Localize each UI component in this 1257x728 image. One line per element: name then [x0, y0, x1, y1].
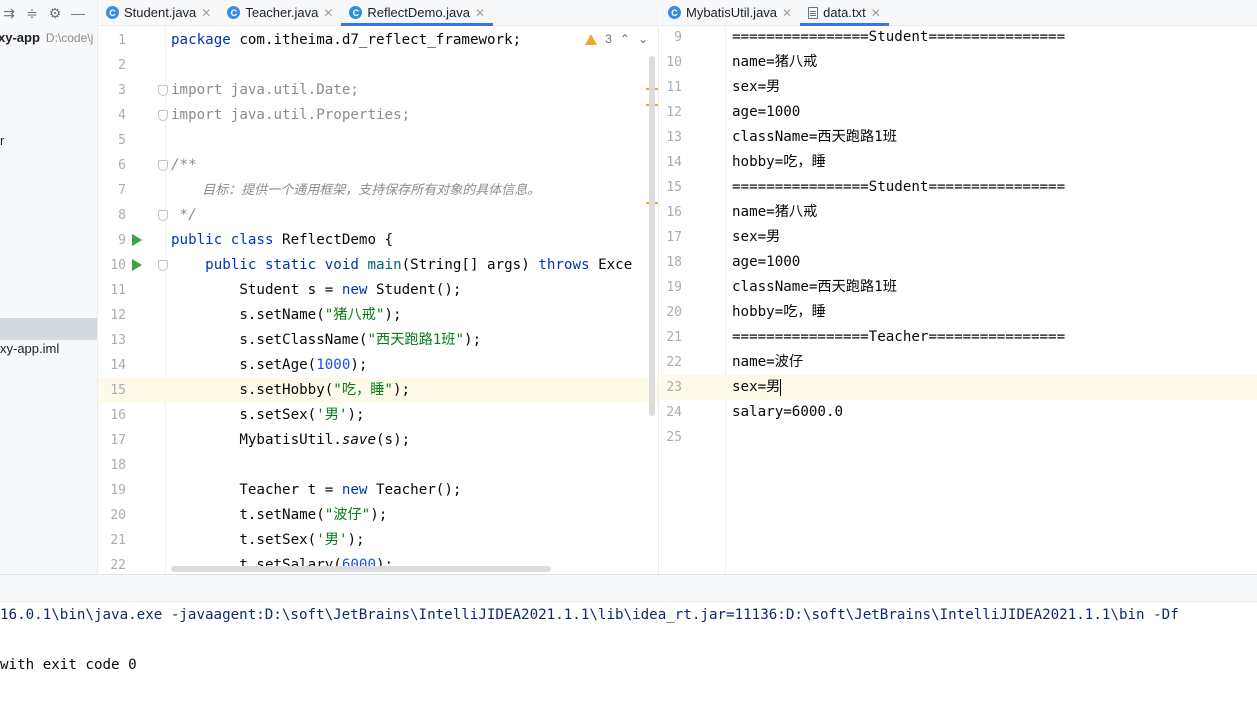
fold-icon[interactable] [158, 110, 168, 121]
code-line: 20 t.setName("波仔"); [110, 507, 388, 523]
java-class-icon: C [349, 6, 363, 19]
project-toolbar: ⇉ ≑ ⚙ — [0, 0, 97, 26]
tab-teacher-java[interactable]: C Teacher.java ✕ [219, 0, 341, 25]
tab-label: Teacher.java [245, 5, 319, 20]
text-line: 15 ================Student===============… [666, 179, 1066, 195]
text-caret [780, 378, 782, 396]
tab-mybatisutil-java[interactable]: C MybatisUtil.java ✕ [660, 0, 800, 25]
hide-panel-icon[interactable]: — [71, 5, 85, 21]
console-header [0, 575, 1257, 602]
text-line: 22 name=波仔 [666, 354, 804, 370]
code-line: 2 [118, 58, 126, 73]
editor-tabs-right: C MybatisUtil.java ✕ data.txt ✕ [660, 0, 1257, 26]
text-line: 19 className=西天跑路1班 [666, 279, 897, 295]
vertical-scrollbar[interactable] [649, 56, 655, 416]
tab-data-txt[interactable]: data.txt ✕ [800, 0, 889, 26]
code-line: 3 import java.util.Date; [118, 82, 359, 98]
tab-label: data.txt [823, 5, 866, 20]
code-line-current: 15 s.setHobby("吃，睡"); [98, 378, 658, 403]
project-root-name: xy-app [0, 30, 40, 45]
expand-all-icon[interactable]: ⇉ [2, 5, 16, 22]
code-line: 8 */ [118, 207, 197, 223]
warning-count: 3 [605, 32, 612, 46]
tab-reflectdemo-java[interactable]: C ReflectDemo.java ✕ [341, 0, 493, 26]
close-icon[interactable]: ✕ [782, 6, 792, 20]
chevron-down-icon[interactable]: ⌄ [638, 32, 648, 46]
java-class-icon: C [106, 6, 119, 19]
code-line: 17 MybatisUtil.save(s); [110, 432, 411, 448]
text-line-current: 23 sex=男 [660, 375, 1257, 400]
project-root-item[interactable]: xy-app D:\code\j [0, 30, 93, 45]
text-line: 10 name=猪八戒 [666, 54, 818, 70]
text-line: 9 ================Student================ [674, 29, 1066, 45]
close-icon[interactable]: ✕ [475, 6, 485, 20]
code-line: 12 s.setName("猪八戒"); [110, 307, 402, 323]
fold-icon[interactable] [158, 260, 168, 271]
close-icon[interactable]: ✕ [323, 6, 333, 20]
console-exit-message: with exit code 0 [0, 657, 137, 673]
project-panel: ⇉ ≑ ⚙ — xy-app D:\code\j r xy-app.iml [0, 0, 98, 574]
code-line: 11 Student s = new Student(); [110, 282, 462, 298]
text-line: 16 name=猪八戒 [666, 204, 818, 220]
code-line: 7 目标：提供一个通用框架，支持保存所有对象的具体信息。 [118, 183, 541, 198]
close-icon[interactable]: ✕ [871, 6, 881, 20]
text-line: 25 [666, 430, 682, 445]
code-line: 4 import java.util.Properties; [118, 107, 411, 123]
tab-label: MybatisUtil.java [686, 5, 778, 20]
text-editor[interactable]: 9 ================Student================… [660, 26, 1257, 574]
code-line: 5 [118, 133, 126, 148]
gear-icon[interactable]: ⚙ [48, 5, 62, 22]
project-root-path: D:\code\j [45, 31, 94, 45]
code-line: 21 t.setSex('男'); [110, 532, 365, 548]
text-file-icon [808, 6, 819, 19]
editor-tabs-left: C Student.java ✕ C Teacher.java ✕ C Refl… [98, 0, 659, 26]
code-line: 14 s.setAge(1000); [110, 357, 368, 373]
run-icon[interactable] [132, 259, 142, 271]
fold-icon[interactable] [158, 85, 168, 96]
code-line: 18 [110, 458, 126, 473]
code-line: 16 s.setSex('男'); [110, 407, 365, 423]
text-line: 21 ================Teacher===============… [666, 329, 1066, 345]
text-line: 20 hobby=吃，睡 [666, 304, 826, 320]
project-iml-file[interactable]: xy-app.iml [0, 341, 59, 356]
run-console[interactable]: 16.0.1\bin\java.exe -javaagent:D:\soft\J… [0, 574, 1257, 728]
tab-label: ReflectDemo.java [367, 5, 471, 20]
project-tree-item[interactable]: r [0, 133, 4, 148]
inspection-widget[interactable]: 3 ⌃ ⌄ [581, 32, 648, 46]
project-tree-selected-row[interactable] [0, 318, 97, 340]
code-line: 13 s.setClassName("西天跑路1班"); [110, 332, 482, 348]
chevron-up-icon[interactable]: ⌃ [620, 32, 630, 46]
console-command-line: 16.0.1\bin\java.exe -javaagent:D:\soft\J… [0, 607, 1179, 623]
run-icon[interactable] [132, 234, 142, 246]
code-line: 9 public class ReflectDemo { [118, 232, 394, 248]
code-line: 6/** [118, 157, 197, 173]
horizontal-scrollbar[interactable] [171, 566, 551, 572]
java-class-icon: C [227, 6, 241, 19]
fold-icon[interactable] [158, 160, 168, 171]
text-line: 24 salary=6000.0 [666, 404, 844, 420]
fold-icon[interactable] [158, 210, 168, 221]
text-line: 14 hobby=吃，睡 [666, 154, 826, 170]
tab-student-java[interactable]: C Student.java ✕ [98, 0, 219, 25]
tab-label: Student.java [124, 5, 197, 20]
collapse-all-icon[interactable]: ≑ [25, 5, 39, 22]
text-line: 18 age=1000 [666, 254, 801, 270]
close-icon[interactable]: ✕ [201, 6, 211, 20]
code-line: 1 package com.itheima.d7_reflect_framewor… [118, 32, 522, 48]
text-line: 11 sex=男 [666, 79, 781, 95]
text-line: 13 className=西天跑路1班 [666, 129, 897, 145]
java-class-icon: C [668, 6, 681, 19]
text-line: 12 age=1000 [666, 104, 801, 120]
code-line: 10 public static void main(String[] args… [110, 257, 633, 273]
java-editor[interactable]: 3 ⌃ ⌄ 1 package com.itheima.d7_reflect_fr… [98, 26, 659, 574]
warning-icon [585, 33, 598, 45]
text-line: 17 sex=男 [666, 229, 781, 245]
code-line: 19 Teacher t = new Teacher(); [110, 482, 462, 498]
